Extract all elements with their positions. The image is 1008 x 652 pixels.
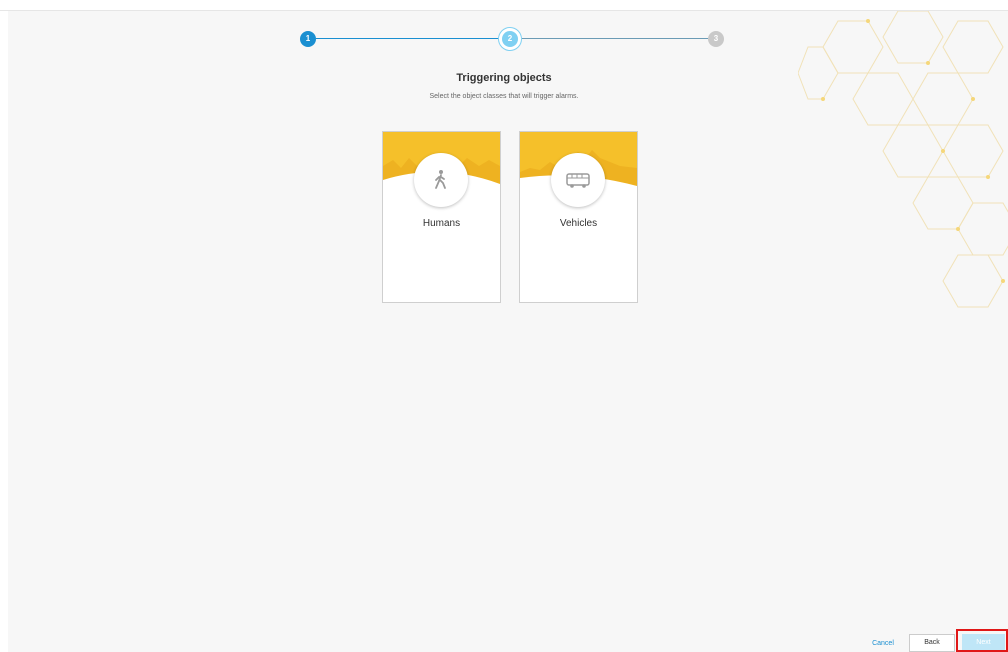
page-subtitle: Select the object classes that will trig… xyxy=(429,93,579,100)
step-3: 3 xyxy=(708,31,724,47)
bus-icon xyxy=(566,173,590,188)
cancel-button[interactable]: Cancel xyxy=(868,638,898,650)
step-2[interactable]: 2 xyxy=(502,31,518,47)
vehicles-label: Vehicles xyxy=(559,218,598,229)
left-rail xyxy=(0,11,8,652)
humans-icon-circle xyxy=(414,153,468,207)
stepper-line-completed xyxy=(316,38,499,39)
walking-person-icon xyxy=(435,170,446,189)
humans-card[interactable]: Humans xyxy=(382,131,501,303)
stepper-line-pending xyxy=(522,38,708,39)
page-title: Triggering objects xyxy=(456,72,552,84)
next-button-highlight xyxy=(956,629,1008,652)
step-1[interactable]: 1 xyxy=(300,31,316,47)
wizard-stepper: 1 2 3 xyxy=(300,28,724,50)
vehicles-icon-circle xyxy=(551,153,605,207)
humans-label: Humans xyxy=(422,218,461,229)
back-button[interactable]: Back xyxy=(909,634,955,652)
top-border xyxy=(0,0,1008,11)
vehicles-card[interactable]: Vehicles xyxy=(519,131,638,303)
hexagon-pattern-decoration xyxy=(798,11,1008,308)
